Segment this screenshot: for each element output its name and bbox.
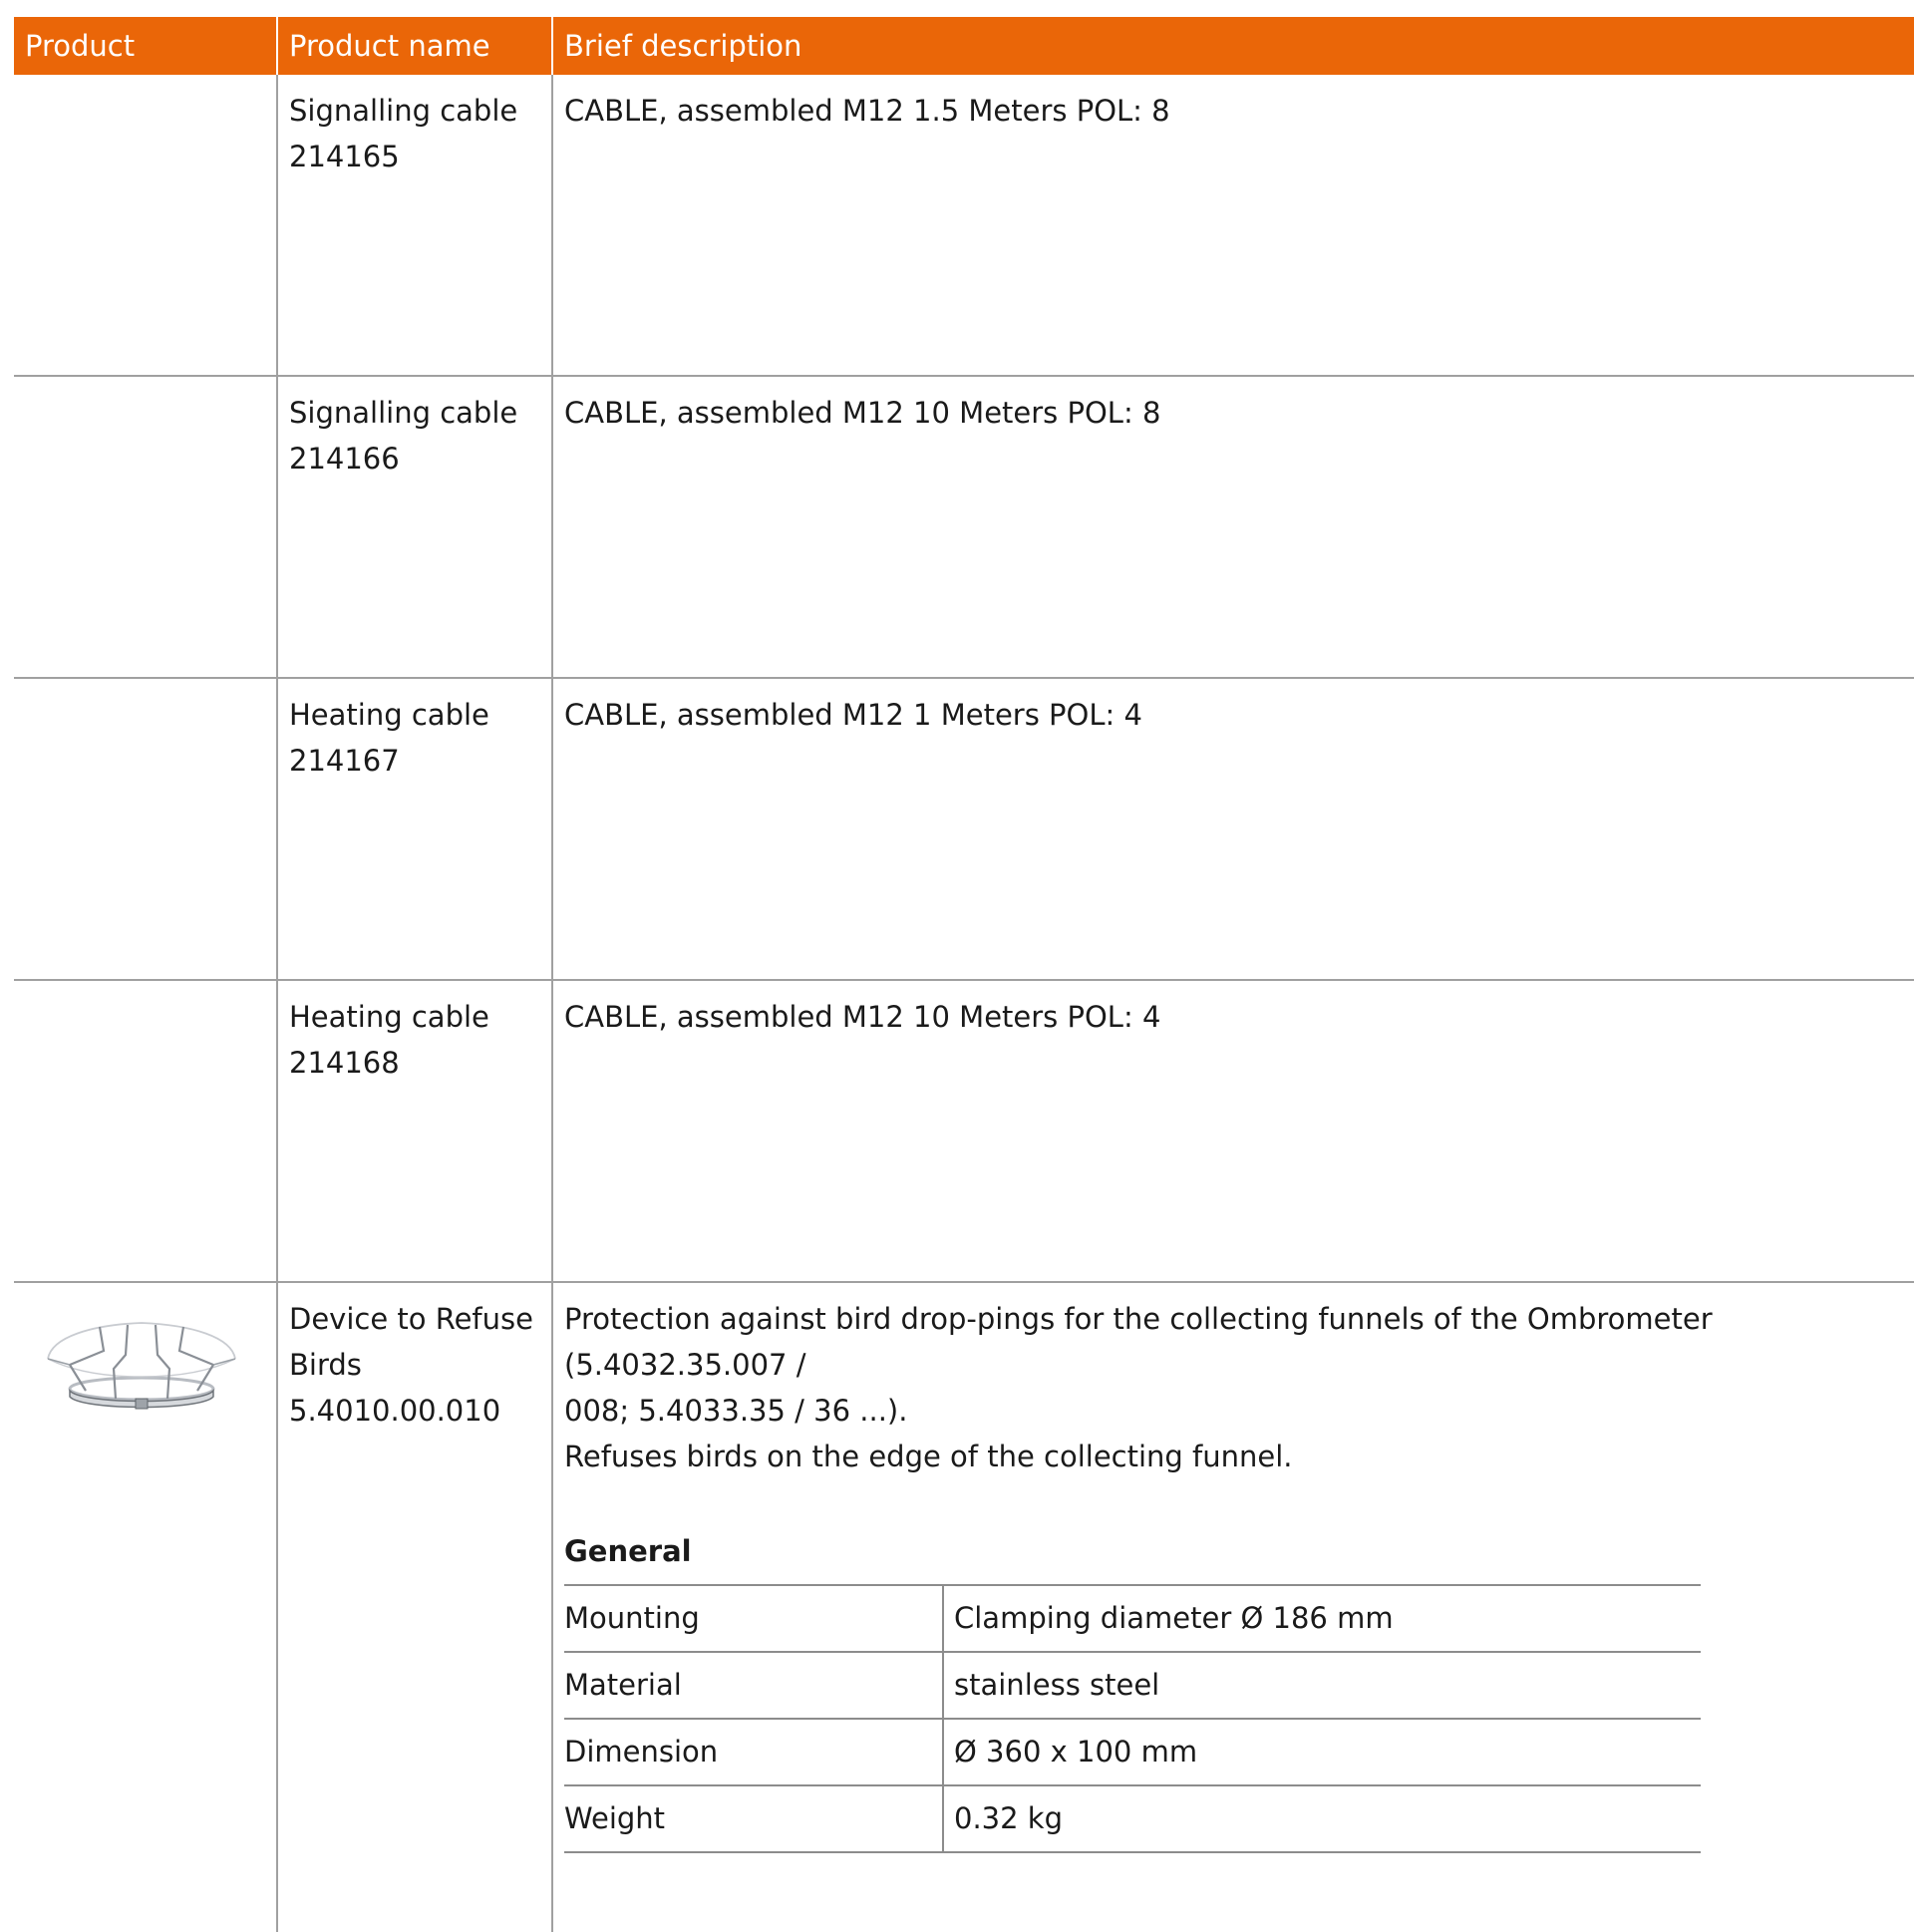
product-image-cell [14,677,277,980]
product-description: CABLE, assembled M12 10 Meters POL: 4 [564,1000,1161,1034]
product-name: Signalling cable [289,396,518,430]
spec-key: Material [564,1651,943,1719]
product-description-cell: CABLE, assembled M12 1 Meters POL: 4 [551,677,1914,980]
product-name-cell: Signalling cable 214165 [276,75,552,376]
product-number: 5.4010.00.010 [289,1394,501,1428]
product-image-cell [14,375,277,678]
header-brief-description: Brief description [551,17,1914,75]
spec-value: 0.32 kg [941,1784,1702,1853]
product-description-line: Protection against bird drop-pings for t… [564,1302,1713,1382]
product-description-cell: Protection against bird drop-pings for t… [551,1281,1914,1932]
header-product-name: Product name [276,17,552,75]
product-name-continued: Birds [289,1348,362,1382]
table-row: Device to Refuse Birds 5.4010.00.010 Pro… [14,1281,1914,1932]
table-row: Heating cable 214167 CABLE, assembled M1… [14,677,1914,980]
spec-section-row: General [564,1519,1701,1585]
spec-value: stainless steel [941,1651,1702,1719]
spec-key: Dimension [564,1718,943,1785]
table-row: Heating cable 214168 CABLE, assembled M1… [14,979,1914,1282]
product-name: Device to Refuse [289,1302,533,1336]
spec-value: Ø 360 x 100 mm [941,1718,1702,1785]
product-name: Heating cable [289,1000,489,1034]
product-name-cell: Heating cable 214168 [276,979,552,1282]
product-description-cell: CABLE, assembled M12 10 Meters POL: 4 [551,979,1914,1282]
product-description: CABLE, assembled M12 1.5 Meters POL: 8 [564,94,1170,128]
spec-row: Mounting Clamping diameter Ø 186 mm [564,1584,1702,1652]
product-number: 214166 [289,442,400,476]
table-row: Signalling cable 214165 CABLE, assembled… [14,75,1914,376]
product-number: 214168 [289,1046,400,1080]
product-number: 214167 [289,744,400,778]
product-description: CABLE, assembled M12 10 Meters POL: 8 [564,396,1161,430]
header-product: Product [14,17,277,75]
table-row: Signalling cable 214166 CABLE, assembled… [14,375,1914,678]
product-name: Signalling cable [289,94,518,128]
spec-key: Weight [564,1784,943,1853]
product-image-cell [14,979,277,1282]
product-table: Product Product name Brief description S… [14,17,1914,1932]
product-image-cell [14,75,277,376]
product-description-line: Refuses birds on the edge of the collect… [564,1440,1293,1473]
product-name: Heating cable [289,698,489,732]
product-image-cell [14,1281,277,1932]
bird-refuse-device-image [47,1322,236,1410]
spec-table: General Mounting Clamping diameter Ø 186… [564,1519,1702,1853]
spec-section-title: General [564,1534,692,1568]
product-description: CABLE, assembled M12 1 Meters POL: 4 [564,698,1142,732]
product-name-cell: Device to Refuse Birds 5.4010.00.010 [276,1281,552,1932]
spec-row: Weight 0.32 kg [564,1784,1702,1853]
product-description-cell: CABLE, assembled M12 1.5 Meters POL: 8 [551,75,1914,376]
spec-row: Material stainless steel [564,1651,1702,1719]
table-header-row: Product Product name Brief description [14,17,1914,75]
product-name-cell: Heating cable 214167 [276,677,552,980]
product-description-line: 008; 5.4033.35 / 36 ...). [564,1394,908,1428]
product-number: 214165 [289,140,400,173]
spec-row: Dimension Ø 360 x 100 mm [564,1718,1702,1785]
spec-key: Mounting [564,1584,943,1652]
product-name-cell: Signalling cable 214166 [276,375,552,678]
spec-value: Clamping diameter Ø 186 mm [941,1584,1702,1652]
product-table-page: Product Product name Brief description S… [14,17,1914,1932]
product-description-cell: CABLE, assembled M12 10 Meters POL: 8 [551,375,1914,678]
